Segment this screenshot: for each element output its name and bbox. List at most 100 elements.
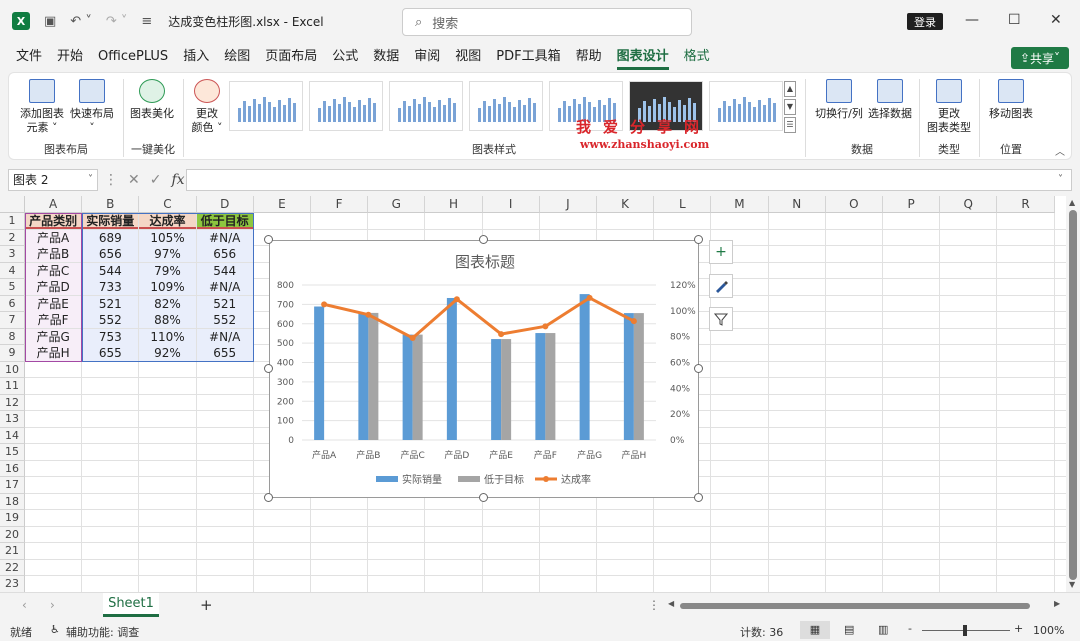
row-header[interactable]: 2 xyxy=(0,229,25,246)
menu-tab-11[interactable]: 帮助 xyxy=(576,44,602,70)
chart-resize-handle[interactable] xyxy=(479,493,488,502)
row-header[interactable]: 12 xyxy=(0,394,25,411)
column-header[interactable]: H xyxy=(425,196,483,213)
select-all-corner[interactable] xyxy=(0,196,25,213)
chart-resize-handle[interactable] xyxy=(264,235,273,244)
menu-tab-6[interactable]: 公式 xyxy=(332,44,358,70)
column-header[interactable]: B xyxy=(82,196,140,213)
menu-tab-8[interactable]: 审阅 xyxy=(414,44,440,70)
sheet-tab-sheet1[interactable]: Sheet1 xyxy=(103,593,159,617)
next-sheet-icon[interactable]: › xyxy=(50,598,55,612)
chart-style-brush-icon[interactable] xyxy=(709,274,733,298)
column-header[interactable]: O xyxy=(825,196,883,213)
row-header[interactable]: 6 xyxy=(0,295,25,312)
add-sheet-icon[interactable]: + xyxy=(200,596,213,614)
search-box[interactable]: ⌕ 搜索 xyxy=(402,8,692,36)
row-header[interactable]: 7 xyxy=(0,312,25,329)
chart-resize-handle[interactable] xyxy=(479,235,488,244)
menu-tab-4[interactable]: 绘图 xyxy=(224,44,250,70)
column-header[interactable]: J xyxy=(539,196,597,213)
close-icon[interactable]: ✕ xyxy=(1050,12,1062,28)
row-header[interactable]: 20 xyxy=(0,526,25,543)
row-header[interactable]: 22 xyxy=(0,559,25,576)
chart-object[interactable]: 图表标题 0 100 200 300 400 500 600 700 800 0% 20% 40% 60%… xyxy=(269,240,699,498)
row-header[interactable]: 23 xyxy=(0,576,25,592)
collapse-ribbon-icon[interactable]: ︿ xyxy=(1055,143,1065,158)
row-header[interactable]: 5 xyxy=(0,279,25,296)
column-header[interactable]: G xyxy=(368,196,426,213)
scroll-left-icon[interactable]: ◀ xyxy=(668,599,674,608)
column-header[interactable]: L xyxy=(654,196,712,213)
page-layout-icon[interactable]: ▤ xyxy=(844,623,854,636)
menu-tab-12[interactable]: 图表设计 xyxy=(616,44,669,70)
login-button[interactable]: 登录 xyxy=(907,13,943,30)
horizontal-scroll-thumb[interactable] xyxy=(680,603,1030,609)
save-icon[interactable]: ▣ xyxy=(44,14,56,29)
menu-tab-0[interactable]: 文件 xyxy=(16,44,42,70)
row-header[interactable]: 15 xyxy=(0,444,25,461)
menu-tab-13[interactable]: 格式 xyxy=(684,44,710,70)
zoom-out-button[interactable]: - xyxy=(908,622,912,635)
row-header[interactable]: 16 xyxy=(0,460,25,477)
row-header[interactable]: 11 xyxy=(0,378,25,395)
horizontal-scrollbar[interactable]: ◀ ▶ xyxy=(668,599,1066,611)
column-header[interactable]: K xyxy=(597,196,655,213)
chart-elements-button[interactable]: + xyxy=(709,240,733,264)
customize-toolbar-icon[interactable]: ≡ xyxy=(141,14,152,29)
minimize-icon[interactable]: — xyxy=(965,12,979,28)
column-header[interactable]: A xyxy=(25,196,83,213)
menu-tab-9[interactable]: 视图 xyxy=(455,44,481,70)
column-header[interactable]: I xyxy=(482,196,540,213)
page-break-icon[interactable]: ▥ xyxy=(878,623,888,636)
menu-tab-7[interactable]: 数据 xyxy=(373,44,399,70)
menu-tab-5[interactable]: 页面布局 xyxy=(265,44,317,70)
zoom-slider-thumb[interactable] xyxy=(963,625,967,636)
column-header[interactable]: C xyxy=(139,196,197,213)
confirm-icon[interactable]: ✓ xyxy=(150,172,162,188)
chart-resize-handle[interactable] xyxy=(264,493,273,502)
column-header[interactable]: P xyxy=(883,196,941,213)
row-header[interactable]: 21 xyxy=(0,543,25,560)
row-header[interactable]: 10 xyxy=(0,361,25,378)
chart-resize-handle[interactable] xyxy=(264,364,273,373)
chart-resize-handle[interactable] xyxy=(694,493,703,502)
undo-icon[interactable]: ↶ ˅ xyxy=(70,14,92,29)
row-header[interactable]: 19 xyxy=(0,510,25,527)
redo-icon[interactable]: ↷ ˅ xyxy=(106,14,128,29)
column-header[interactable]: D xyxy=(196,196,254,213)
menu-tab-3[interactable]: 插入 xyxy=(183,44,209,70)
accessibility-status[interactable]: 辅助功能: 调查 xyxy=(66,624,139,640)
formula-input[interactable] xyxy=(186,169,1072,191)
chart-resize-handle[interactable] xyxy=(694,364,703,373)
row-header[interactable]: 1 xyxy=(0,213,25,230)
scroll-up-icon[interactable]: ▲ xyxy=(1069,198,1075,207)
chart-resize-handle[interactable] xyxy=(694,235,703,244)
share-button[interactable]: ⇪ 共享 ˅ xyxy=(1011,47,1069,69)
row-header[interactable]: 13 xyxy=(0,411,25,428)
name-box[interactable]: 图表 2 ˅ xyxy=(8,169,98,191)
scroll-right-icon[interactable]: ▶ xyxy=(1054,599,1060,608)
vertical-scrollbar[interactable]: ▲ ▼ xyxy=(1066,196,1080,592)
scroll-down-icon[interactable]: ▼ xyxy=(1069,580,1075,589)
expand-formula-icon[interactable]: ˅ xyxy=(1058,174,1063,185)
zoom-level[interactable]: 100% xyxy=(1033,624,1064,637)
menu-tab-2[interactable]: OfficePLUS xyxy=(98,44,168,70)
row-header[interactable]: 3 xyxy=(0,246,25,263)
row-header[interactable]: 18 xyxy=(0,493,25,510)
maximize-icon[interactable]: ☐ xyxy=(1008,12,1021,28)
normal-view-icon[interactable]: ▦ xyxy=(800,621,830,639)
column-header[interactable]: R xyxy=(997,196,1055,213)
row-header[interactable]: 14 xyxy=(0,427,25,444)
row-header[interactable]: 17 xyxy=(0,477,25,494)
fx-icon[interactable]: fx xyxy=(171,172,184,188)
more-options-icon[interactable]: ⋮ xyxy=(648,598,660,612)
row-header[interactable]: 8 xyxy=(0,328,25,345)
chart-filter-icon[interactable] xyxy=(709,307,733,331)
vertical-scroll-thumb[interactable] xyxy=(1069,210,1077,580)
column-header[interactable]: Q xyxy=(940,196,998,213)
row-header[interactable]: 4 xyxy=(0,262,25,279)
menu-tab-1[interactable]: 开始 xyxy=(57,44,83,70)
menu-tab-10[interactable]: PDF工具箱 xyxy=(496,44,560,70)
column-header[interactable]: N xyxy=(768,196,826,213)
cancel-icon[interactable]: ✕ xyxy=(128,172,140,188)
